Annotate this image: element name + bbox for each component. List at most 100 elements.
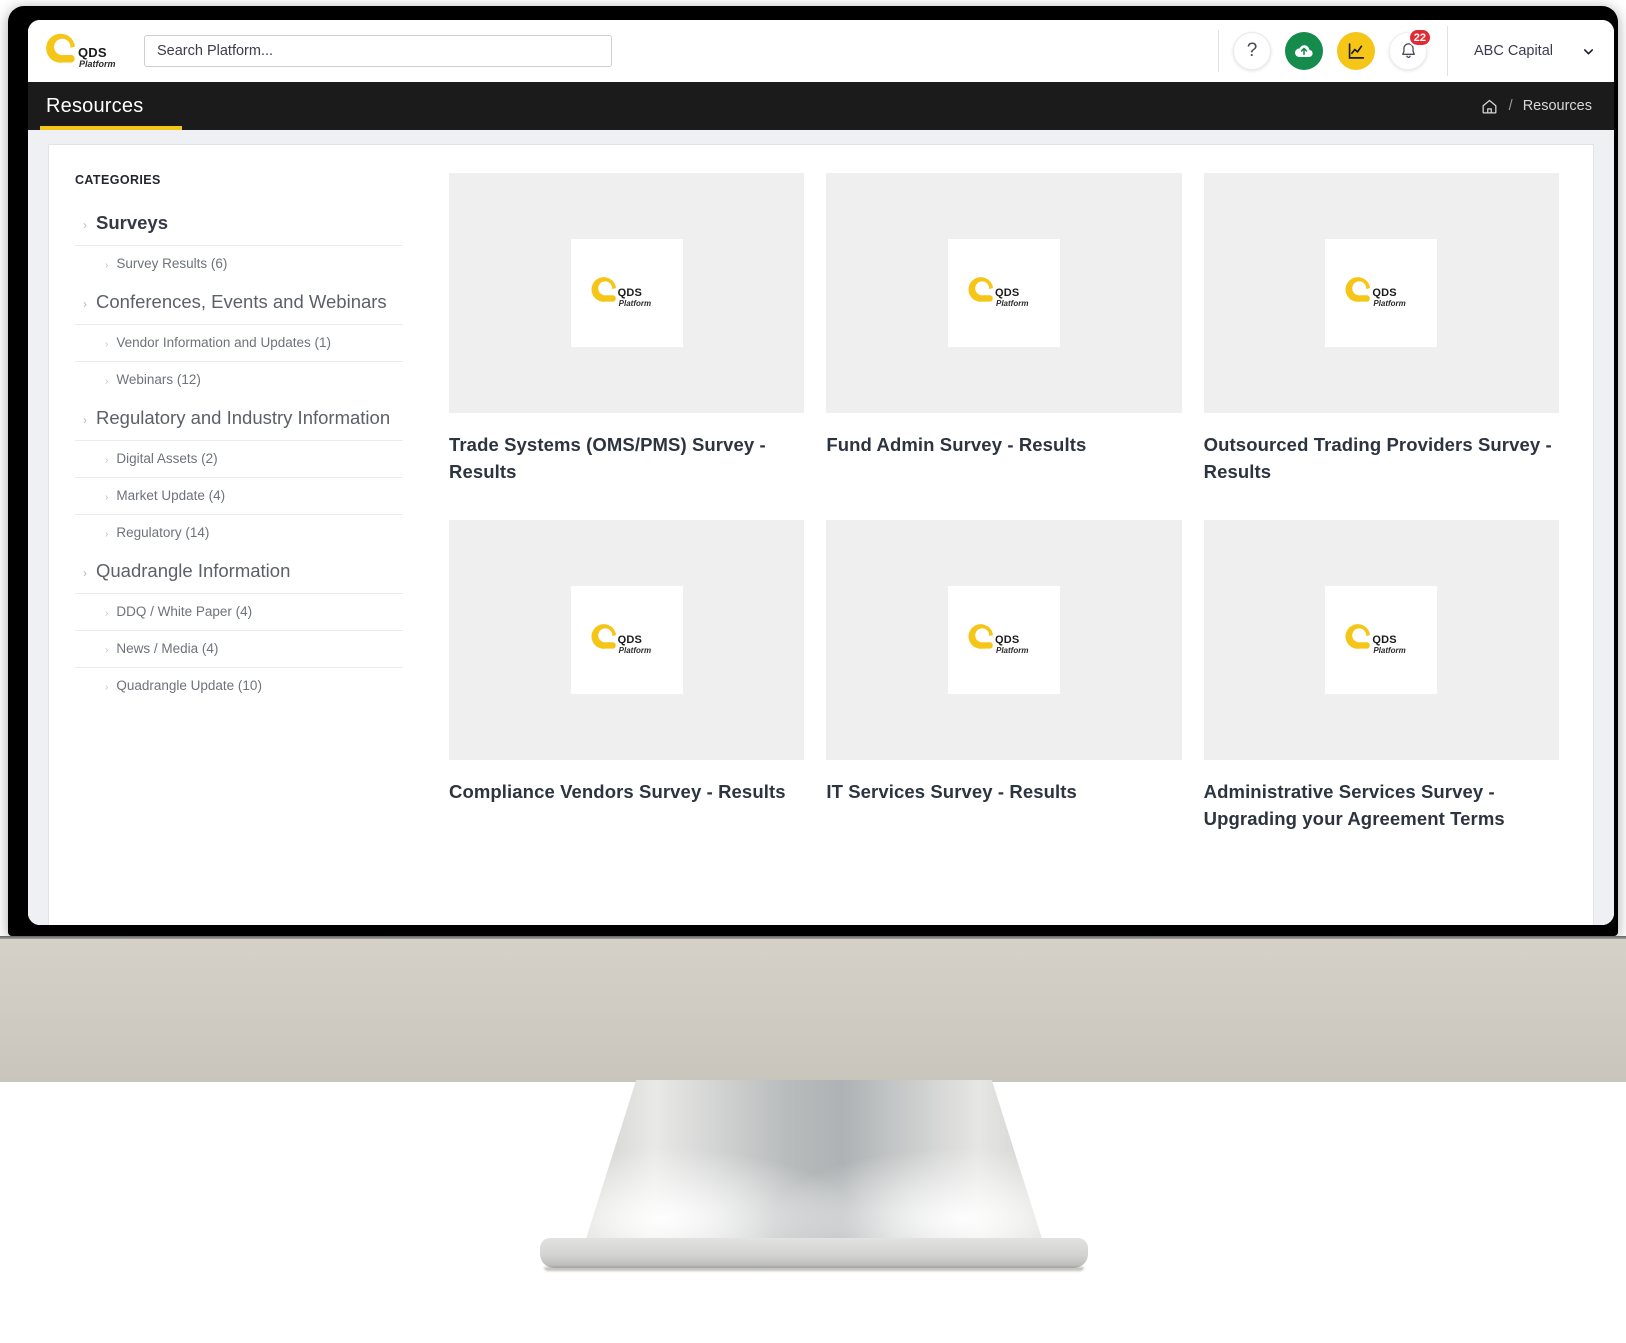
chevron-right-icon: › [105,455,109,466]
thumbnail-logo-tile: QDS Platform [1325,239,1438,347]
category-group-label: Quadrangle Information [96,560,291,581]
thumbnail-logo-tile: QDS Platform [947,239,1060,347]
resource-card-title: Trade Systems (OMS/PMS) Survey - Results [449,434,766,483]
category-group-header[interactable]: › Conferences, Events and Webinars [75,282,403,324]
resource-card[interactable]: QDS Platform Outsourced Trading Providers … [1203,173,1559,486]
logo-wordmark: QDS Platform [994,633,1028,655]
sidebar-item-news-media-4[interactable]: › News / Media (4) [75,630,403,667]
resource-card-title: Fund Admin Survey - Results [826,434,1087,455]
category-group-label: Conferences, Events and Webinars [96,291,387,312]
qds-mark-icon [46,33,75,63]
sidebar-item-market-update-4[interactable]: › Market Update (4) [75,477,403,514]
resource-card[interactable]: QDS Platform Compliance Vendors Survey - R… [449,519,805,833]
chevron-down-icon [1583,48,1594,54]
category-group: › Regulatory and Industry Information › Dig… [75,398,403,551]
chart-icon [1348,43,1365,59]
logo-qds-text: QDS [1372,287,1397,299]
category-group: › Surveys › Survey Results (6) [75,203,403,282]
categories-sidebar: CATEGORIES › Surveys › Survey Results (6) › C… [49,145,429,925]
logo-qds-text: QDS [994,633,1020,646]
qds-mark-icon [968,623,994,649]
thumbnail-logo-tile: QDS Platform [947,585,1060,694]
logo-platform-text: Platform [618,299,652,308]
sidebar-item-label: Digital Assets (2) [116,451,218,466]
top-bar: QDS Platform ? [28,20,1614,82]
resource-card-thumbnail: QDS Platform [826,519,1182,760]
sidebar-item-regulatory-14[interactable]: › Regulatory (14) [75,514,403,551]
qds-mark-icon [591,277,616,302]
qds-mark-icon [968,277,994,302]
monitor-stand-foot [540,1238,1088,1268]
logo-qds-text: QDS [994,287,1020,299]
sidebar-item-label: Survey Results (6) [116,256,228,271]
chevron-right-icon: › [105,645,109,656]
logo-qds-text: QDS [78,45,107,60]
logo-qds-text: QDS [617,287,643,299]
breadcrumb: / Resources [1480,97,1592,116]
sidebar-item-label: Regulatory (14) [116,525,210,540]
category-group: › Quadrangle Information › DDQ / White Pape… [75,551,403,704]
chevron-right-icon: › [83,566,87,580]
categories-list: › Surveys › Survey Results (6) › Conferences,… [75,203,403,704]
categories-heading: CATEGORIES [75,173,161,187]
resource-card[interactable]: QDS Platform Trade Systems (OMS/PMS) Surve… [449,173,805,486]
chevron-right-icon: › [83,218,87,232]
sidebar-item-ddq-white-paper-4[interactable]: › DDQ / White Paper (4) [75,593,403,630]
category-group-header[interactable]: › Quadrangle Information [75,551,403,593]
qds-logo-icon[interactable]: QDS Platform [40,28,118,74]
category-group-header[interactable]: › Regulatory and Industry Information [75,398,403,440]
search-input[interactable] [144,35,612,67]
resource-card-title: IT Services Survey - Results [826,780,1077,802]
sidebar-item-label: News / Media (4) [116,641,219,656]
breadcrumb-current: Resources [1522,98,1592,114]
qds-mark-icon [591,623,616,649]
qds-mark-icon [1345,623,1371,649]
logo-platform-text: Platform [995,299,1029,308]
logo-platform-text: Platform [618,645,652,655]
divider [1218,30,1220,72]
thumbnail-logo-tile: QDS Platform [570,585,683,694]
chevron-right-icon: › [105,608,109,619]
logo-wordmark: QDS Platform [1372,288,1405,308]
thumbnail-logo-tile: QDS Platform [570,239,683,347]
resource-card[interactable]: QDS Platform Administrative Services Surve… [1203,519,1559,833]
resource-card[interactable]: QDS Platform Fund Admin Survey - Results [826,173,1182,486]
sidebar-item-webinars-12[interactable]: › Webinars (12) [75,361,403,398]
qds-logo-icon: QDS Platform [588,617,666,663]
logo-platform-text: Platform [1373,299,1406,308]
category-group-label: Regulatory and Industry Information [96,407,391,428]
sidebar-item-label: Vendor Information and Updates (1) [116,335,331,350]
resource-card-title: Administrative Services Survey - Upgradi… [1203,780,1505,830]
chevron-right-icon: › [83,297,87,311]
chevron-right-icon: › [105,339,109,350]
sidebar-item-survey-results-6[interactable]: › Survey Results (6) [75,245,403,282]
notifications-button[interactable]: 22 [1389,28,1433,70]
category-group-header[interactable]: › Surveys [75,203,403,245]
resource-card-thumbnail: QDS Platform [449,173,805,413]
screen: QDS Platform ? [28,20,1614,925]
account-dropdown[interactable]: ABC Capital [1448,43,1614,59]
page-nav-bar: Resources / Resources [28,82,1614,130]
category-group-label: Surveys [96,212,168,233]
thumbnail-logo-tile: QDS Platform [1325,585,1438,694]
resource-card-title: Compliance Vendors Survey - Results [449,780,786,802]
help-button[interactable]: ? [1233,32,1272,70]
resource-card[interactable]: QDS Platform IT Services Survey - Results [826,519,1182,833]
resource-card-thumbnail: QDS Platform [449,519,805,760]
resource-card-thumbnail: QDS Platform [826,173,1182,413]
chevron-right-icon: › [105,529,109,540]
upload-button[interactable] [1285,32,1324,70]
sidebar-item-vendor-information-and-updates-1[interactable]: › Vendor Information and Updates (1) [75,324,403,361]
content-panel: CATEGORIES › Surveys › Survey Results (6) › C… [48,144,1594,925]
qds-logo-icon: QDS Platform [965,617,1043,663]
logo-qds-text: QDS [617,633,643,646]
logo-wordmark: QDS Platform [995,288,1028,308]
sidebar-item-digital-assets-2[interactable]: › Digital Assets (2) [75,440,403,477]
top-bar-actions: ? 22 ABC Capital [1218,20,1614,82]
qds-mark-icon [1345,277,1371,302]
sidebar-item-quadrangle-update-10[interactable]: › Quadrangle Update (10) [75,667,403,704]
help-icon: ? [1246,40,1258,61]
analytics-button[interactable] [1337,32,1376,70]
logo-platform-text: Platform [79,59,116,69]
home-icon[interactable] [1480,97,1499,116]
